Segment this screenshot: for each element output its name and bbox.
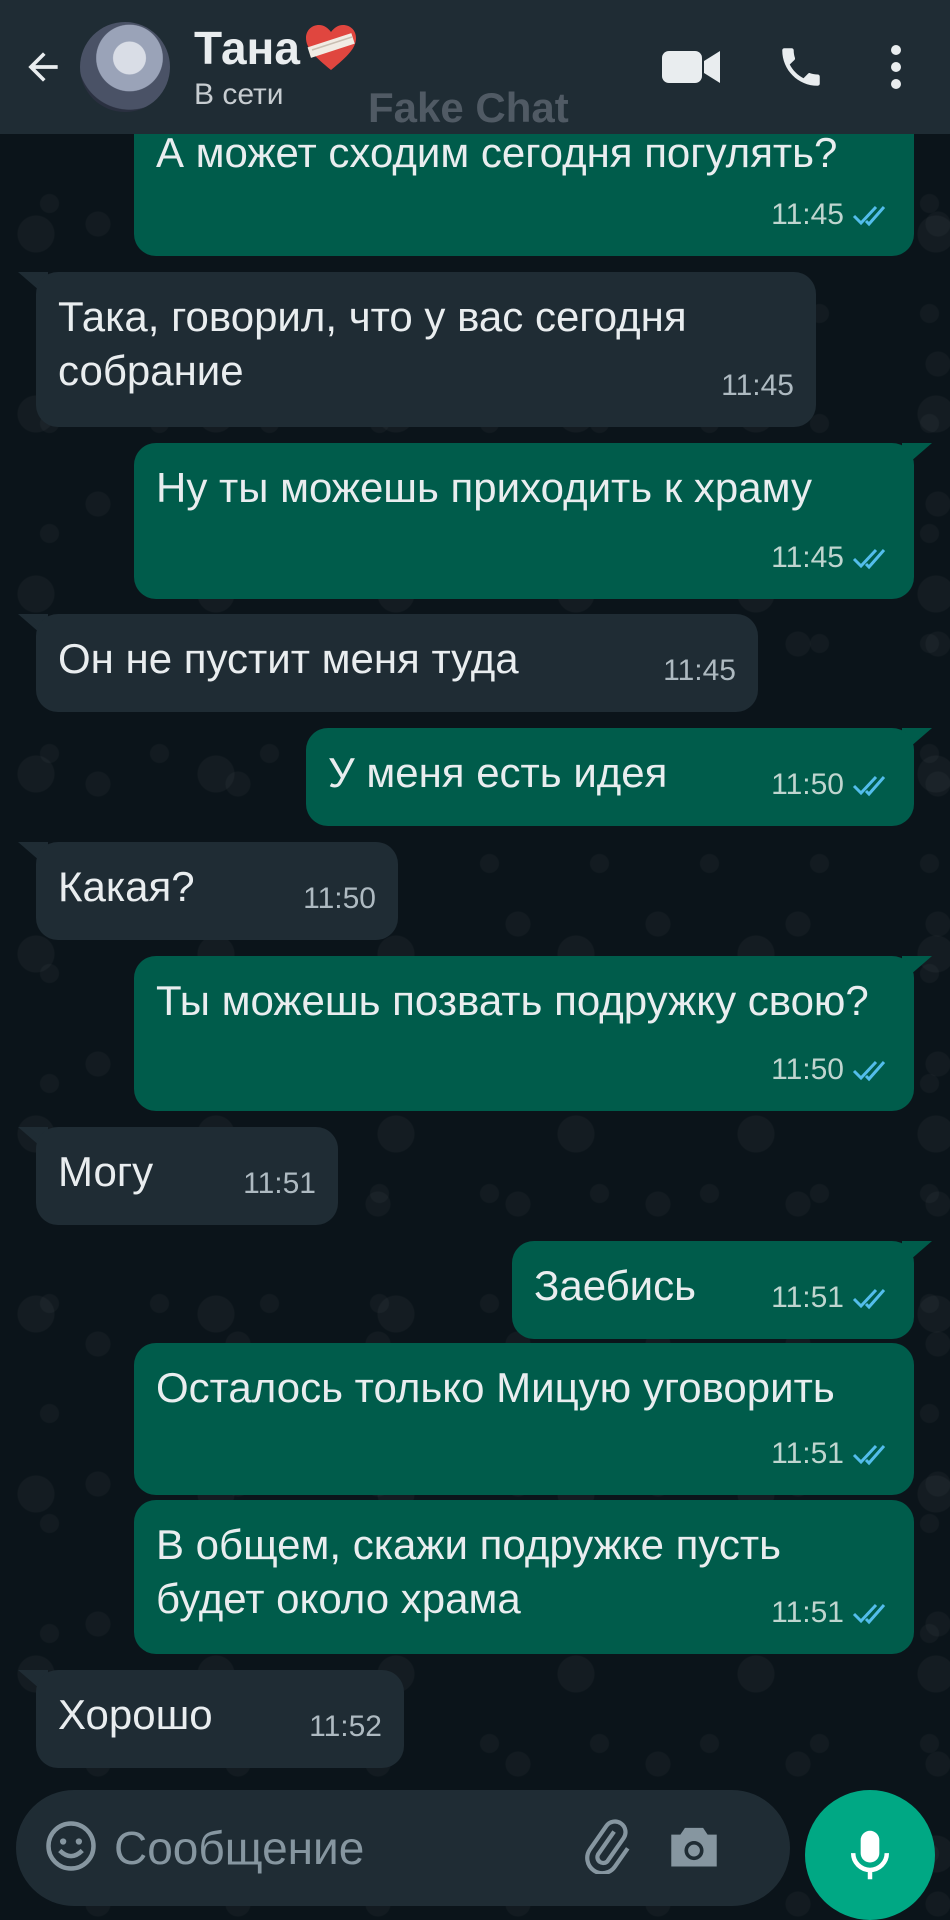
message-outgoing[interactable]: Ну ты можешь приходить к храму 11:45 <box>134 443 914 599</box>
message-text: Он не пустит меня туда <box>58 635 519 682</box>
emoji-button[interactable] <box>44 1819 98 1878</box>
message-meta: 11:50 <box>771 758 892 812</box>
more-options-button[interactable] <box>856 0 936 134</box>
message-outgoing[interactable]: Ты можешь позвать подружку свою? 11:50 <box>134 956 914 1111</box>
message-input[interactable] <box>114 1821 554 1875</box>
message-text: Така, говорил, что у вас сегодня собрани… <box>58 293 687 394</box>
camera-icon <box>671 1827 717 1866</box>
arrow-left-icon <box>28 52 58 82</box>
avatar[interactable] <box>80 22 170 112</box>
message-text: Осталось только Мицую уговорить <box>156 1364 835 1411</box>
message-time: 11:45 <box>721 369 794 402</box>
contact-info[interactable]: Тана В сети <box>194 22 358 112</box>
message-meta: 11:51 <box>771 1586 892 1640</box>
double-check-icon <box>852 205 886 227</box>
emoji-icon <box>46 1820 96 1871</box>
message-meta: 11:50 <box>771 1043 892 1097</box>
message-text: Ну ты можешь приходить к храму <box>156 464 812 511</box>
contact-status: В сети <box>194 78 284 111</box>
message-time: 11:51 <box>771 1281 844 1314</box>
message-outgoing[interactable]: Осталось только Мицую уговорить 11:51 <box>134 1343 914 1495</box>
message-text: А может сходим сегодня погулять? <box>156 129 838 176</box>
microphone-icon <box>850 1830 890 1880</box>
video-call-button[interactable] <box>636 0 746 134</box>
message-time: 11:50 <box>771 1053 844 1086</box>
phone-icon <box>782 48 820 86</box>
message-text: Ты можешь позвать подружку свою? <box>156 977 869 1024</box>
double-check-icon <box>852 1288 886 1310</box>
message-incoming[interactable]: Хорошо 11:52 <box>36 1670 404 1768</box>
attach-button[interactable] <box>578 1818 634 1879</box>
message-text: Хорошо <box>58 1691 213 1738</box>
message-outgoing[interactable]: Заебись 11:51 <box>512 1241 914 1339</box>
back-button[interactable] <box>8 0 78 134</box>
double-check-icon <box>852 1060 886 1082</box>
bandaged-heart-icon <box>305 25 356 70</box>
message-incoming[interactable]: Какая? 11:50 <box>36 842 398 940</box>
message-time: 11:50 <box>303 882 376 915</box>
message-time: 11:45 <box>663 654 736 687</box>
watermark: Fake Chat <box>368 84 569 131</box>
message-composer <box>16 1790 790 1906</box>
message-time: 11:51 <box>243 1167 316 1200</box>
message-time: 11:45 <box>771 541 844 574</box>
voice-call-button[interactable] <box>746 0 856 134</box>
message-text: У меня есть идея <box>328 749 668 796</box>
message-text: Какая? <box>58 863 195 910</box>
message-meta: 11:45 <box>771 188 892 242</box>
message-time: 11:50 <box>771 768 844 801</box>
video-camera-icon <box>662 51 720 83</box>
message-meta: 11:45 <box>771 531 892 585</box>
message-time: 11:51 <box>771 1437 844 1470</box>
message-time: 11:51 <box>771 1596 844 1629</box>
message-incoming[interactable]: Могу 11:51 <box>36 1127 338 1225</box>
double-check-icon <box>852 548 886 570</box>
message-incoming[interactable]: Така, говорил, что у вас сегодня собрани… <box>36 272 816 427</box>
voice-message-button[interactable] <box>805 1790 935 1920</box>
message-meta: 11:51 <box>771 1427 892 1481</box>
message-outgoing[interactable]: В общем, скажи подружке пусть будет окол… <box>134 1500 914 1654</box>
header-actions <box>636 0 950 134</box>
double-check-icon <box>852 1603 886 1625</box>
message-text: Могу <box>58 1148 154 1195</box>
message-time: 11:45 <box>771 198 844 231</box>
message-text: В общем, скажи подружке пусть будет окол… <box>156 1521 782 1622</box>
message-meta: 11:51 <box>771 1271 892 1325</box>
message-incoming[interactable]: Он не пустит меня туда 11:45 <box>36 614 758 712</box>
double-check-icon <box>852 1444 886 1466</box>
paperclip-icon <box>585 1818 630 1875</box>
message-text: Заебись <box>534 1262 697 1309</box>
double-check-icon <box>852 775 886 797</box>
camera-button[interactable] <box>666 1821 722 1876</box>
message-time: 11:52 <box>309 1710 382 1743</box>
contact-name: Тана <box>194 22 300 74</box>
more-vertical-icon <box>891 45 901 89</box>
message-outgoing[interactable]: У меня есть идея 11:50 <box>306 728 914 826</box>
